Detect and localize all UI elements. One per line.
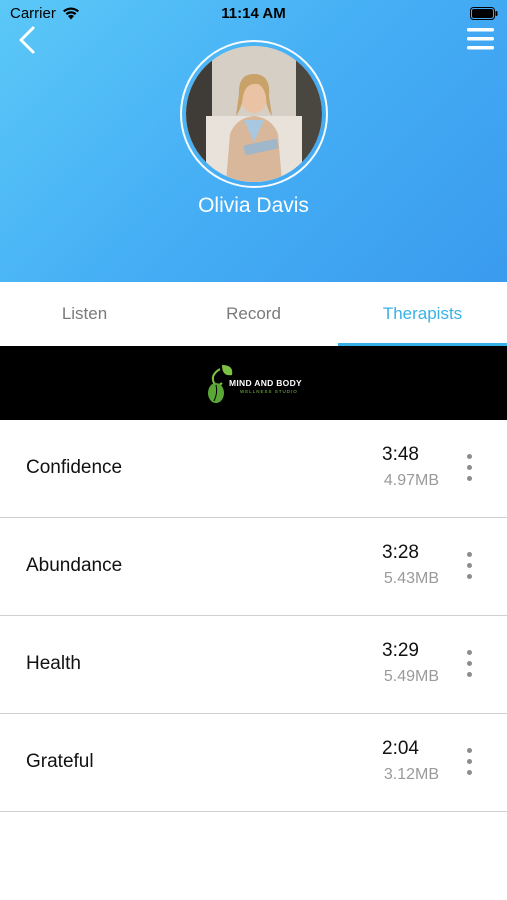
back-button[interactable] [14,24,44,56]
list-item[interactable]: Abundance 3:28 5.43MB [0,518,507,616]
more-options-button[interactable] [462,552,478,580]
avatar[interactable] [186,46,322,182]
logo-subtitle: WELLNESS STUDIO [240,389,298,394]
recording-title: Confidence [26,457,123,478]
recording-title: Grateful [26,751,94,772]
hamburger-menu-icon [467,28,494,50]
battery-icon [470,7,498,20]
recording-duration: 3:28 [382,542,419,563]
status-time: 11:14 AM [221,5,286,22]
tab-record[interactable]: Record [169,282,338,346]
recording-size: 5.43MB [383,570,439,587]
recording-list: Confidence 3:48 4.97MB Abundance 3:28 5.… [0,420,507,812]
status-bar: Carrier 11:14 AM [0,0,507,28]
more-options-button[interactable] [462,650,478,678]
profile-photo [186,46,322,182]
screen: Carrier 11:14 AM Olivia Davis Listen Rec… [0,0,507,900]
list-item[interactable]: Confidence 3:48 4.97MB [0,420,507,518]
chevron-left-icon [19,26,35,54]
list-item[interactable]: Health 3:29 5.49MB [0,616,507,714]
profile-name: Olivia Davis [198,194,309,217]
more-options-button[interactable] [462,454,478,482]
profile-header: Carrier 11:14 AM Olivia Davis [0,0,507,282]
more-options-button[interactable] [462,748,478,776]
recording-size: 3.12MB [383,766,439,783]
list-item[interactable]: Grateful 2:04 3.12MB [0,714,507,812]
tab-bar: Listen Record Therapists [0,282,507,347]
logo-title: MIND AND BODY [229,378,302,388]
tab-therapists[interactable]: Therapists [338,282,507,346]
recording-title: Health [26,653,81,674]
recording-title: Abundance [26,555,123,576]
recording-size: 5.49MB [383,668,439,685]
recording-duration: 3:29 [382,640,419,661]
tab-listen[interactable]: Listen [0,282,169,346]
recording-size: 4.97MB [383,472,439,489]
recording-duration: 3:48 [382,444,419,465]
recording-duration: 2:04 [382,738,419,759]
menu-button[interactable] [466,26,496,52]
